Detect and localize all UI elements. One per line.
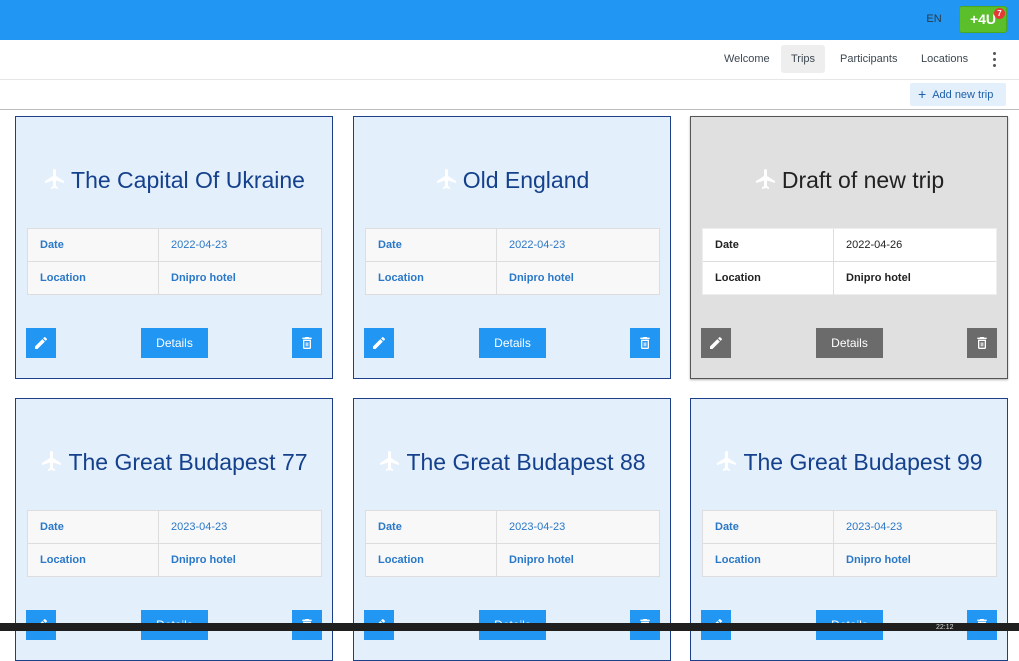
trip-title: The Capital Of Ukraine [16, 167, 332, 194]
date-row: Date 2022-04-23 [366, 229, 659, 262]
trip-title: Old England [354, 167, 670, 194]
trip-info-table: Date 2023-04-23 Location Dnipro hotel [365, 510, 660, 577]
trip-info-table: Date 2023-04-23 Location Dnipro hotel [702, 510, 997, 577]
trip-info-table: Date 2022-04-26 Location Dnipro hotel [702, 228, 997, 295]
nav-participants[interactable]: Participants [830, 45, 907, 73]
date-row: Date 2023-04-23 [28, 511, 321, 544]
trip-info-table: Date 2022-04-23 Location Dnipro hotel [27, 228, 322, 295]
navigation-bar: Welcome Trips Participants Locations [0, 40, 1019, 80]
edit-trip-button[interactable] [364, 328, 394, 358]
date-row: Date 2023-04-23 [366, 511, 659, 544]
date-value: 2023-04-23 [158, 511, 323, 544]
date-value: 2022-04-26 [833, 229, 998, 262]
trip-title-text: The Great Budapest 99 [743, 449, 983, 475]
location-label: Location [715, 272, 761, 284]
date-row: Date 2022-04-26 [703, 229, 996, 262]
delete-trip-button[interactable] [292, 328, 322, 358]
location-label: Location [715, 554, 761, 566]
date-label: Date [378, 239, 402, 251]
airplane-icon [754, 167, 778, 191]
location-value: Dnipro hotel [833, 262, 998, 295]
add-new-trip-button[interactable]: + Add new trip [910, 83, 1006, 106]
trip-title: Draft of new trip [691, 167, 1007, 194]
airplane-icon [378, 449, 402, 473]
trip-title: The Great Budapest 88 [354, 449, 670, 476]
trip-title: The Great Budapest 99 [691, 449, 1007, 476]
trip-card: The Capital Of Ukraine Date 2022-04-23 Loca… [15, 116, 333, 379]
location-row: Location Dnipro hotel [366, 544, 659, 577]
airplane-icon [435, 167, 459, 191]
date-value: 2023-04-23 [496, 511, 661, 544]
location-row: Location Dnipro hotel [703, 544, 996, 577]
delete-trip-button[interactable] [630, 328, 660, 358]
trip-title-text: Draft of new trip [781, 167, 945, 193]
details-button[interactable]: Details [816, 328, 883, 358]
trip-card: The Great Budapest 77 Date 2023-04-23 Locat… [15, 398, 333, 661]
nav-trips[interactable]: Trips [781, 45, 826, 73]
location-value: Dnipro hotel [158, 262, 323, 295]
date-row: Date 2022-04-23 [28, 229, 321, 262]
location-label: Location [40, 272, 86, 284]
trip-info-table: Date 2022-04-23 Location Dnipro hotel [365, 228, 660, 295]
nav-welcome[interactable]: Welcome [714, 45, 780, 73]
location-value: Dnipro hotel [158, 544, 323, 577]
airplane-icon [715, 449, 739, 473]
taskbar-clock: 22:12 [936, 624, 954, 631]
more-vertical-icon[interactable] [986, 48, 1002, 70]
trip-title-text: Old England [462, 167, 590, 193]
location-value: Dnipro hotel [496, 262, 661, 295]
date-value: 2022-04-23 [158, 229, 323, 262]
location-value: Dnipro hotel [833, 544, 998, 577]
location-row: Location Dnipro hotel [366, 262, 659, 295]
date-value: 2022-04-23 [496, 229, 661, 262]
date-label: Date [40, 239, 64, 251]
brand-label: +4U [969, 11, 997, 27]
delete-trip-button[interactable] [967, 328, 997, 358]
taskbar [0, 623, 1019, 631]
add-new-trip-label: Add new trip [932, 89, 994, 101]
airplane-icon [43, 167, 67, 191]
date-value: 2023-04-23 [833, 511, 998, 544]
trip-card: The Great Budapest 88 Date 2023-04-23 Locat… [353, 398, 671, 661]
brand-button[interactable]: +4U 7 [959, 6, 1007, 33]
trip-title-text: The Great Budapest 77 [68, 449, 308, 475]
top-app-bar: EN +4U 7 [0, 0, 1019, 40]
date-row: Date 2023-04-23 [703, 511, 996, 544]
date-label: Date [378, 521, 402, 533]
trip-card: The Great Budapest 99 Date 2023-04-23 Locat… [690, 398, 1008, 661]
trip-title-text: The Great Budapest 88 [406, 449, 646, 475]
details-button[interactable]: Details [141, 328, 208, 358]
date-label: Date [715, 521, 739, 533]
location-row: Location Dnipro hotel [703, 262, 996, 295]
location-row: Location Dnipro hotel [28, 262, 321, 295]
language-selector[interactable]: EN [921, 11, 947, 27]
trip-title-text: The Capital Of Ukraine [71, 167, 305, 193]
notification-badge: 7 [994, 8, 1005, 19]
airplane-icon [40, 449, 64, 473]
trip-title: The Great Budapest 77 [16, 449, 332, 476]
trip-info-table: Date 2023-04-23 Location Dnipro hotel [27, 510, 322, 577]
date-label: Date [715, 239, 739, 251]
trip-card: Draft of new trip Date 2022-04-26 Location D… [690, 116, 1008, 379]
date-label: Date [40, 521, 64, 533]
plus-icon: + [918, 86, 927, 102]
location-label: Location [378, 272, 424, 284]
location-value: Dnipro hotel [496, 544, 661, 577]
nav-locations[interactable]: Locations [911, 45, 978, 73]
location-label: Location [378, 554, 424, 566]
details-button[interactable]: Details [479, 328, 546, 358]
edit-trip-button[interactable] [701, 328, 731, 358]
action-bar: + Add new trip [0, 80, 1019, 110]
location-label: Location [40, 554, 86, 566]
trip-card: Old England Date 2022-04-23 Location Dnipro … [353, 116, 671, 379]
edit-trip-button[interactable] [26, 328, 56, 358]
location-row: Location Dnipro hotel [28, 544, 321, 577]
